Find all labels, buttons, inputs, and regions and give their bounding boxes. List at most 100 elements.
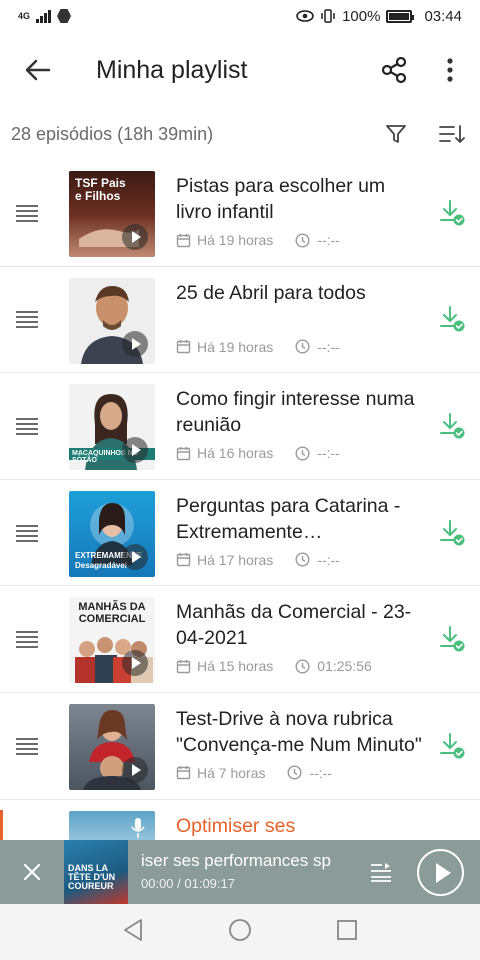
episode-date: Há 19 horas <box>197 232 274 248</box>
drag-handle-icon[interactable] <box>16 373 38 479</box>
episode-title: Perguntas para Catarina - Extremamente D… <box>176 494 401 543</box>
playlist-summary: 28 episódios (18h 39min) <box>0 112 480 156</box>
drag-handle-icon[interactable] <box>16 586 38 692</box>
playlist-icon <box>371 863 391 882</box>
episode-thumbnail[interactable] <box>69 277 155 364</box>
episode-title: Manhãs da Comercial - 23-04-2021 <box>176 601 412 650</box>
arrow-left-icon <box>25 59 51 81</box>
episode-count: 28 episódios (18h 39min) <box>11 123 214 144</box>
share-button[interactable] <box>366 42 422 98</box>
episode-duration: --:-- <box>317 232 340 248</box>
app-notification-icon <box>57 9 72 23</box>
episode-row[interactable]: 25 de Abril para todos Há 19 horas --:-- <box>0 267 480 374</box>
calendar-icon <box>176 553 191 567</box>
drag-handle-icon[interactable] <box>16 480 38 586</box>
share-icon <box>381 56 407 84</box>
back-button[interactable] <box>0 32 76 108</box>
downloaded-button[interactable] <box>438 267 468 373</box>
clock-icon <box>295 659 310 674</box>
network-indicator: 4G <box>18 10 31 21</box>
drag-handle-icon[interactable] <box>16 693 38 799</box>
episode-title: Optimiser ses <box>176 814 296 837</box>
episode-row[interactable]: TSF Pais e Filhos Pistas para escolher u… <box>0 160 480 267</box>
episode-title: Pistas para escolher um livro infantil <box>176 175 386 223</box>
triangle-back-icon <box>124 918 142 941</box>
episode-row[interactable]: Test-Drive à nova rubrica "Convença-me N… <box>0 693 480 800</box>
downloaded-button[interactable] <box>438 160 468 266</box>
clock-icon <box>295 339 310 354</box>
player-time: 00:00 / 01:09:17 <box>141 876 235 891</box>
episode-date: Há 15 horas <box>197 658 274 675</box>
play-button[interactable] <box>417 849 464 896</box>
episode-thumbnail[interactable]: MACAQUINHOS NO SÓTÃO <box>69 384 155 471</box>
episode-date: Há 16 horas <box>197 445 274 462</box>
more-vertical-icon <box>447 58 453 82</box>
nav-back-button[interactable] <box>122 918 144 947</box>
play-icon <box>122 756 148 783</box>
clock-icon <box>295 232 310 248</box>
episode-thumbnail[interactable]: TSF Pais e Filhos <box>69 171 155 257</box>
episode-thumbnail[interactable]: MANHÃS DA COMERCIAL <box>69 597 155 684</box>
downloaded-button[interactable] <box>438 373 468 479</box>
thumbnail-label: TSF Pais e Filhos <box>75 176 126 203</box>
more-options-button[interactable] <box>422 42 478 98</box>
filter-button[interactable] <box>368 106 424 162</box>
filter-icon <box>386 125 406 143</box>
episode-row-current[interactable]: Optimiser ses <box>0 800 480 851</box>
signal-icon <box>36 9 52 23</box>
close-icon <box>23 863 41 881</box>
sort-icon <box>439 125 465 143</box>
drag-handle-icon[interactable] <box>16 160 38 266</box>
episode-list: TSF Pais e Filhos Pistas para escolher u… <box>0 160 480 851</box>
drag-handle-icon[interactable] <box>16 267 38 373</box>
episode-row[interactable]: EXTREMAMENTE Desagradável Perguntas para… <box>0 480 480 587</box>
battery-text: 100% <box>342 7 381 25</box>
eye-icon <box>296 10 314 22</box>
episode-thumbnail[interactable] <box>69 703 155 790</box>
clock-icon <box>295 446 310 461</box>
play-icon <box>122 543 148 570</box>
episode-title: Como fingir interesse numa reunião <box>176 388 415 437</box>
episode-title: Test-Drive à nova rubrica "Convença-me N… <box>176 707 422 756</box>
clock-icon <box>287 765 302 780</box>
queue-button[interactable] <box>366 857 396 887</box>
circle-home-icon <box>229 918 251 941</box>
battery-icon <box>386 9 415 23</box>
downloaded-button[interactable] <box>438 693 468 799</box>
downloaded-button[interactable] <box>438 586 468 692</box>
nav-home-button[interactable] <box>228 918 252 947</box>
episode-duration: --:-- <box>317 338 340 355</box>
episode-date: Há 19 horas <box>197 338 274 355</box>
player-cover[interactable]: DANS LA TÊTE D'UN COUREUR <box>64 840 128 904</box>
episode-row[interactable]: MANHÃS DA COMERCIAL Manhãs da Comercial … <box>0 586 480 693</box>
episode-row[interactable]: MACAQUINHOS NO SÓTÃO Como fingir interes… <box>0 373 480 480</box>
play-icon <box>122 330 148 357</box>
downloaded-icon <box>440 626 465 652</box>
episode-thumbnail[interactable]: EXTREMAMENTE Desagradável <box>69 490 155 577</box>
episode-date: Há 7 horas <box>197 764 266 781</box>
downloaded-icon <box>440 412 465 439</box>
player-title: iser ses performances sp <box>141 851 331 870</box>
app-toolbar: Minha playlist <box>0 32 480 108</box>
episode-title: 25 de Abril para todos <box>176 281 366 304</box>
calendar-icon <box>176 446 191 460</box>
downloaded-icon <box>440 306 465 332</box>
downloaded-icon <box>440 732 465 759</box>
episode-date: Há 17 horas <box>197 551 274 568</box>
sort-button[interactable] <box>424 106 480 162</box>
episode-duration: --:-- <box>317 551 340 568</box>
calendar-icon <box>176 340 191 354</box>
page-title: Minha playlist <box>96 55 248 84</box>
play-icon <box>122 437 148 464</box>
close-player-button[interactable] <box>0 840 64 904</box>
now-playing-marker <box>0 809 3 840</box>
square-recents-icon <box>337 919 357 940</box>
episode-duration: 01:25:56 <box>317 658 372 675</box>
calendar-icon <box>176 766 191 780</box>
nav-recents-button[interactable] <box>336 919 358 946</box>
mini-player[interactable]: DANS LA TÊTE D'UN COUREUR iser ses perfo… <box>0 840 480 904</box>
downloaded-button[interactable] <box>438 480 468 586</box>
system-navigation-bar <box>0 904 480 960</box>
episode-duration: --:-- <box>317 445 340 462</box>
cover-label: DANS LA TÊTE D'UN COUREUR <box>68 863 116 891</box>
